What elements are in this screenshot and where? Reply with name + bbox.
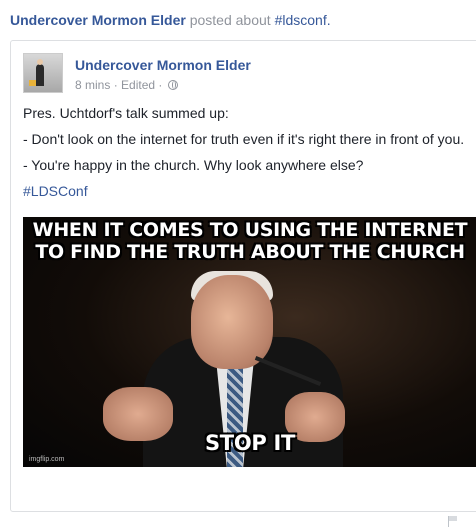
meme-watermark: imgflip.com: [29, 456, 65, 463]
share-author-link[interactable]: Undercover Mormon Elder: [10, 12, 186, 28]
post-line: - You're happy in the church. Why look a…: [23, 157, 364, 173]
post-body: Pres. Uchtdorf's talk summed up: - Don't…: [23, 103, 465, 207]
avatar-figure: [36, 64, 44, 86]
globe-icon[interactable]: [167, 80, 178, 90]
meme-top-caption-line2: TO FIND THE TRUTH ABOUT THE CHURCH: [35, 241, 465, 263]
edited-label[interactable]: Edited: [121, 78, 155, 92]
meme-bottom-caption: STOP IT: [204, 431, 296, 455]
meme-top-caption-line1: WHEN IT COMES TO USING THE INTERNET: [32, 219, 468, 241]
meta-separator-2: ·: [158, 78, 163, 92]
share-hashtag-link[interactable]: #ldsconf.: [275, 12, 331, 28]
post-line: - Don't look on the internet for truth e…: [23, 131, 465, 147]
share-header: Undercover Mormon Elder posted about #ld…: [10, 12, 331, 28]
post-line: Pres. Uchtdorf's talk summed up:: [23, 105, 229, 121]
post-hashtag-link[interactable]: #LDSConf: [23, 183, 88, 199]
post-meta: 8 mins · Edited ·: [75, 78, 178, 92]
post-author-link[interactable]: Undercover Mormon Elder: [75, 57, 251, 73]
meme-top-caption: WHEN IT COMES TO USING THE INTERNET TO F…: [23, 219, 476, 263]
post-timestamp[interactable]: 8 mins: [75, 78, 110, 92]
share-action-text: posted about: [189, 12, 271, 28]
flag-icon[interactable]: [448, 516, 458, 527]
flag-cloth: [449, 516, 457, 521]
avatar-figure-head: [37, 59, 43, 65]
meme-head: [191, 275, 273, 369]
meta-separator: ·: [113, 78, 118, 92]
meme-image[interactable]: WHEN IT COMES TO USING THE INTERNET TO F…: [23, 217, 476, 467]
post-card: Undercover Mormon Elder 8 mins · Edited …: [10, 40, 476, 527]
avatar[interactable]: [23, 53, 63, 93]
